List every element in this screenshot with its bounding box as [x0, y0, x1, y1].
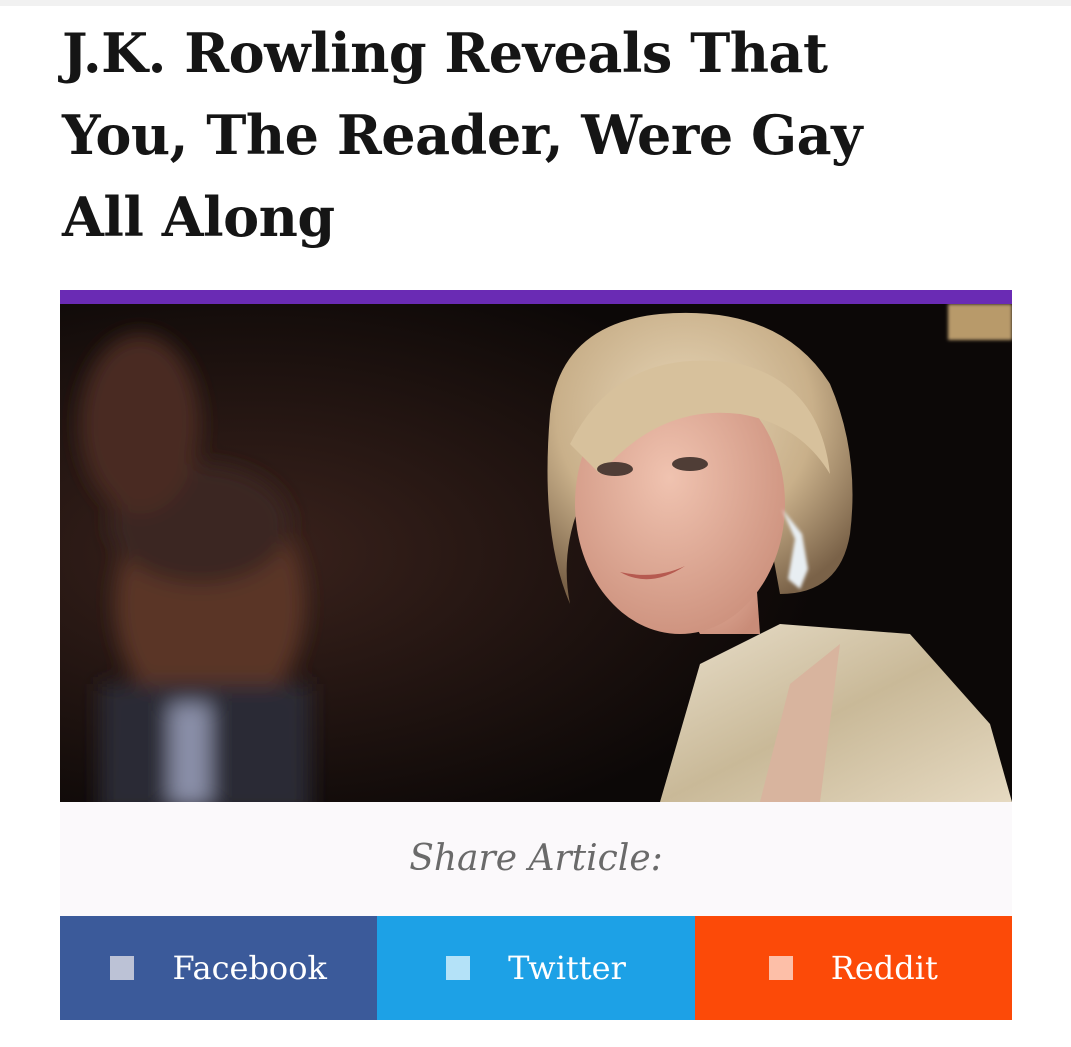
- headline-line-2: You, The Reader, Were Gay: [62, 103, 862, 167]
- reddit-label: Reddit: [830, 949, 938, 987]
- reddit-share-button[interactable]: Reddit: [694, 916, 1012, 1020]
- facebook-share-button[interactable]: Facebook: [60, 916, 378, 1020]
- share-section: Share Article:: [60, 802, 1012, 916]
- headline-line-1: J.K. Rowling Reveals That: [62, 21, 828, 85]
- article-headline: J.K. Rowling Reveals That You, The Reader…: [62, 12, 1022, 258]
- twitter-icon: [446, 956, 471, 980]
- facebook-label: Facebook: [172, 949, 327, 987]
- twitter-label: Twitter: [508, 949, 626, 987]
- article-photo: [60, 304, 1012, 802]
- facebook-icon: [110, 956, 135, 980]
- share-label: Share Article:: [409, 838, 663, 879]
- accent-bar: [60, 290, 1012, 304]
- share-buttons: Facebook Twitter Reddit: [60, 916, 1012, 1020]
- top-divider: [0, 0, 1071, 6]
- headline-line-3: All Along: [62, 185, 335, 249]
- twitter-share-button[interactable]: Twitter: [377, 916, 695, 1020]
- reddit-icon: [768, 956, 793, 980]
